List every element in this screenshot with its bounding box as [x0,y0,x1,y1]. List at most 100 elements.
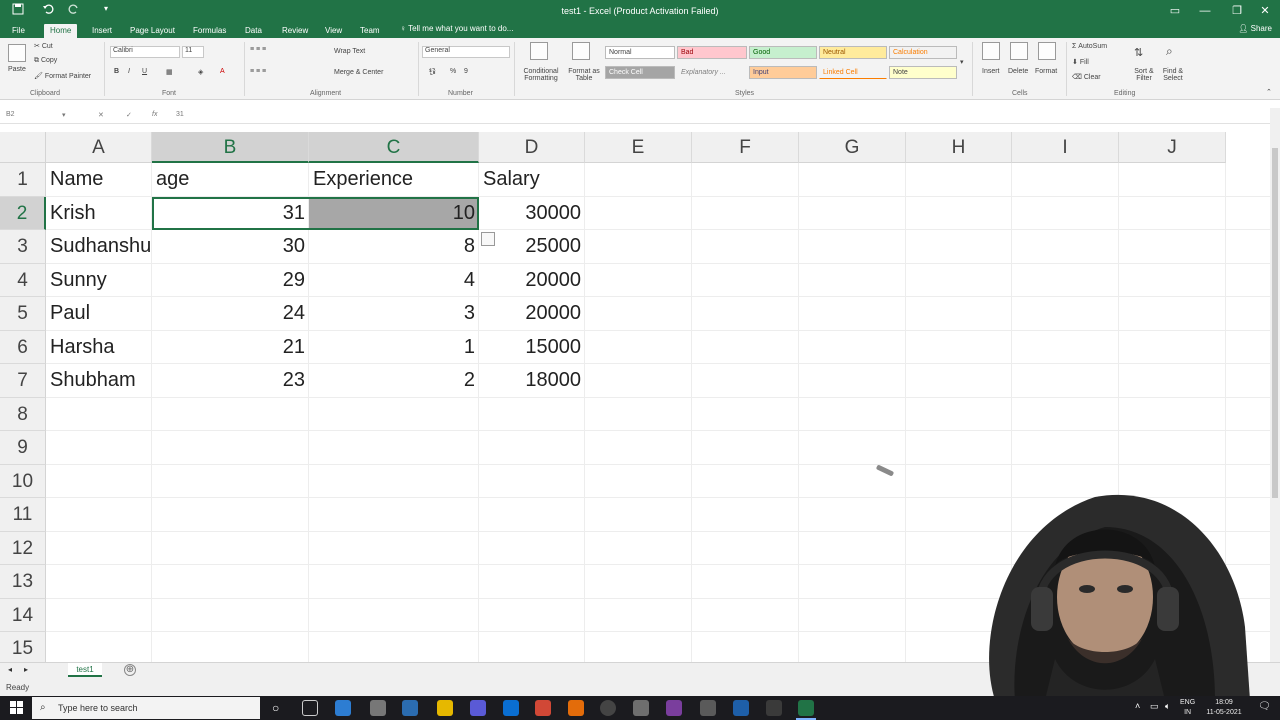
delete-button[interactable]: Delete [1008,68,1028,75]
format-button[interactable]: Format [1035,68,1057,75]
autosum-button[interactable]: Σ AutoSum [1072,43,1107,50]
cell-a3[interactable]: Sudhanshu [46,230,152,264]
tray-chevron-icon[interactable]: ˄ [1135,701,1140,711]
italic-button[interactable]: I [128,68,130,75]
cell-c5[interactable]: 3 [309,297,479,331]
paste-icon[interactable] [8,44,26,62]
collapse-ribbon-icon[interactable]: ⌃ [1266,88,1272,96]
column-header-i[interactable]: I [1012,132,1119,163]
cell-d6[interactable]: 15000 [479,331,585,365]
app-icon[interactable] [503,700,519,716]
clock[interactable]: 18:09 11-05-2021 [1200,698,1248,718]
column-header-a[interactable]: A [46,132,152,163]
sheet-nav-left-icon[interactable]: ◂ [8,665,12,674]
enter-icon[interactable]: ✓ [126,111,132,119]
task-view-icon[interactable] [302,700,318,716]
copy-button[interactable]: ⧉ Copy [34,57,57,65]
quick-analysis-icon[interactable] [481,232,495,246]
windows-start-icon[interactable] [10,701,23,716]
style-neutral[interactable]: Neutral [819,46,887,59]
align-left-icon[interactable]: ≡ ≡ ≡ [250,68,266,75]
row-header-8[interactable]: 8 [0,397,46,431]
name-box[interactable]: B2 [6,111,68,118]
format-as-table-button[interactable]: Format as Table [566,68,602,82]
app-icon[interactable] [600,700,616,716]
row-header-15[interactable]: 15 [0,632,46,662]
tab-file[interactable]: File [12,24,25,38]
row-header-4[interactable]: 4 [0,263,46,297]
font-size-select[interactable]: 11 [182,46,204,58]
row-header-1[interactable]: 1 [0,163,46,197]
ribbon-display-icon[interactable]: ▭ [1160,0,1190,22]
close-button[interactable]: ✕ [1250,0,1280,22]
cell-d5[interactable]: 20000 [479,297,585,331]
column-header-d[interactable]: D [479,132,585,163]
cell-d7[interactable]: 18000 [479,364,585,398]
row-header-7[interactable]: 7 [0,364,46,398]
cell-b3[interactable]: 30 [152,230,309,264]
share-button[interactable]: 👤︎ Share [1238,24,1272,33]
conditional-formatting-button[interactable]: Conditional Formatting [518,68,564,82]
minimize-button[interactable]: — [1190,0,1220,22]
fill-button[interactable]: ⬇ Fill [1072,58,1089,66]
cell-d4[interactable]: 20000 [479,264,585,298]
clear-button[interactable]: ⌫ Clear [1072,73,1101,81]
name-box-dropdown-icon[interactable]: ▾ [62,111,66,119]
column-header-b[interactable]: B [152,132,309,163]
delete-cells-icon[interactable] [1010,42,1028,60]
edge-icon[interactable] [335,700,351,716]
cortana-icon[interactable]: ○ [272,701,279,715]
sheet-nav-right-icon[interactable]: ▸ [24,665,28,674]
excel-taskbar-icon[interactable] [798,700,814,716]
app-icon[interactable] [766,700,782,716]
find-icon[interactable]: ⌕ [1166,44,1173,59]
number-format-select[interactable]: General [422,46,510,58]
styles-more-icon[interactable]: ▾ [960,58,964,66]
cut-button[interactable]: ✂ Cut [34,42,53,50]
column-header-c[interactable]: C [309,132,479,163]
tab-insert[interactable]: Insert [92,24,112,38]
file-explorer-icon[interactable] [437,700,453,716]
vertical-scroll-thumb[interactable] [1272,148,1278,498]
comma-button[interactable]: 9 [464,68,468,75]
tab-view[interactable]: View [325,24,342,38]
chrome-icon[interactable] [535,700,551,716]
row-header-5[interactable]: 5 [0,297,46,331]
underline-button[interactable]: U [142,68,147,75]
word-icon[interactable] [733,700,749,716]
cell-a1[interactable]: Name [46,163,152,197]
formula-input[interactable]: 31 [176,111,184,118]
row-header-13[interactable]: 13 [0,565,46,599]
cell-d1[interactable]: Salary [479,163,585,197]
wrap-text-button[interactable]: Wrap Text [334,48,365,55]
insert-cells-icon[interactable] [982,42,1000,60]
conditional-formatting-icon[interactable] [530,42,548,60]
cancel-icon[interactable]: ✕ [98,111,104,119]
merge-center-button[interactable]: Merge & Center [334,69,383,76]
app-icon[interactable] [700,700,716,716]
sort-filter-button[interactable]: Sort & Filter [1130,68,1158,82]
insert-button[interactable]: Insert [982,68,1000,75]
style-note[interactable]: Note [889,66,957,79]
cell-b1[interactable]: age [152,163,309,197]
row-header-10[interactable]: 10 [0,464,46,498]
borders-icon[interactable]: ▦ [166,68,173,76]
restore-button[interactable]: ❐ [1222,0,1252,22]
format-as-table-icon[interactable] [572,42,590,60]
style-normal[interactable]: Normal [605,46,675,59]
style-linked-cell[interactable]: Linked Cell [819,66,887,79]
store-icon[interactable] [370,700,386,716]
add-sheet-button[interactable]: ⊕ [124,664,136,676]
cell-a4[interactable]: Sunny [46,264,152,298]
style-explanatory[interactable]: Explanatory ... [677,66,747,79]
style-input[interactable]: Input [749,66,817,79]
select-all-corner[interactable] [0,132,46,163]
tab-home[interactable]: Home [44,24,78,38]
mail-icon[interactable] [402,700,418,716]
style-good[interactable]: Good [749,46,817,59]
cell-b5[interactable]: 24 [152,297,309,331]
row-header-2[interactable]: 2 [0,196,46,230]
row-header-12[interactable]: 12 [0,531,46,565]
paste-button[interactable]: Paste [8,66,26,73]
tab-page-layout[interactable]: Page Layout [130,24,175,38]
